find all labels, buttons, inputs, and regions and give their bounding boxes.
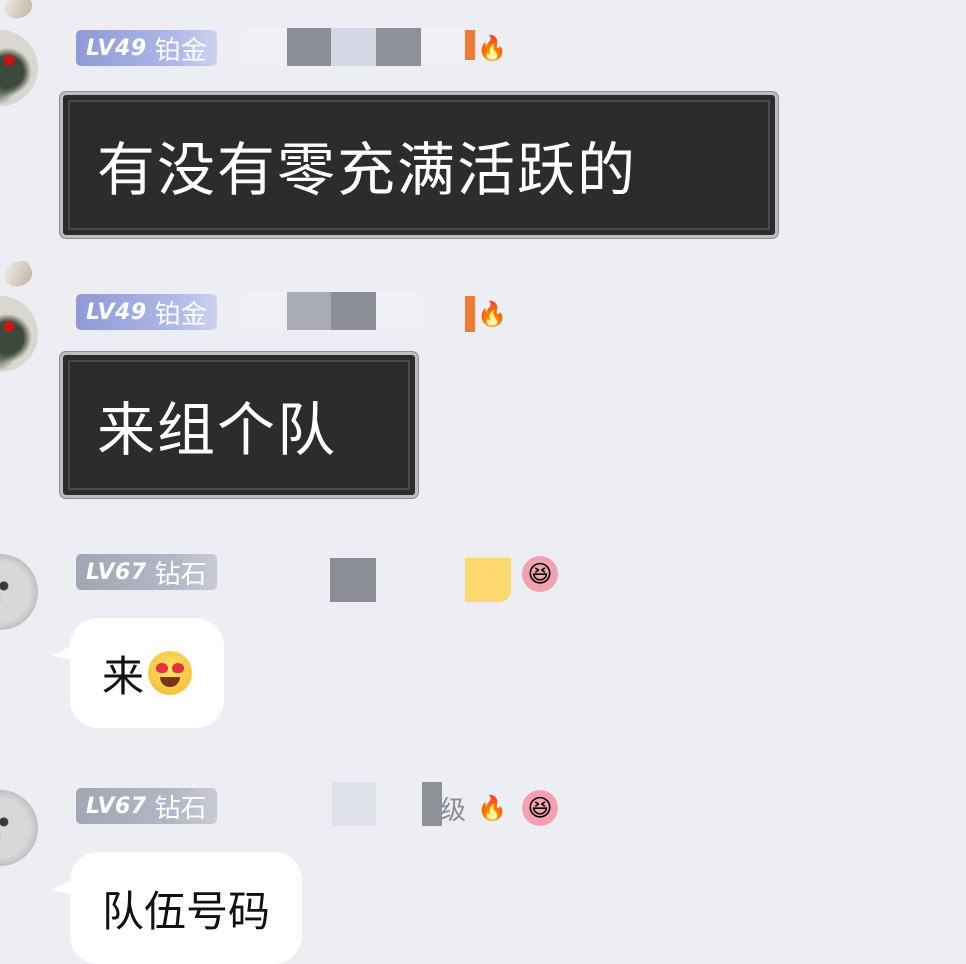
level-label: LV67 [86,559,147,585]
rank-label: 铂金 [154,299,207,330]
title-tag-text: 级 [440,796,467,826]
rank-label: 钻石 [154,559,207,590]
username-redacted [330,558,376,602]
message-text: 来 [102,651,145,701]
message-text: 来组个队 [97,396,338,464]
heart-eyes-emoji [148,651,193,695]
level-label: LV67 [86,793,147,819]
fire-icon: 🔥 [477,300,507,328]
avatar[interactable] [0,296,38,372]
username-redacted [288,782,376,826]
username-redacted [244,28,464,66]
level-label: LV49 [86,35,147,61]
avatar-horn [0,257,36,291]
avatar[interactable] [0,30,38,106]
level-badge: LV67 钻石 [76,554,217,590]
level-label: LV49 [86,299,147,325]
rank-label: 钻石 [154,793,207,824]
level-badge: LV49 铂金 [76,30,217,66]
message-bubble[interactable]: 来 [70,618,225,728]
level-badge: LV49 铂金 [76,294,217,330]
title-tag [465,558,511,602]
rank-label: 铂金 [154,35,207,66]
message-bubble[interactable]: 有没有零充满活跃的 [60,92,778,238]
message-bubble[interactable]: 队伍号码 [70,852,303,964]
title-tag [422,782,442,826]
avatar[interactable] [0,554,38,630]
message-bubble[interactable]: 来组个队 [60,352,418,498]
message-text: 队伍号码 [102,886,271,936]
message-text: 有没有零充满活跃的 [97,136,638,204]
campfire-icon: 🔥 [477,794,507,822]
level-badge: LV67 钻石 [76,788,217,824]
flower-smile-icon: 😆 [522,790,558,826]
fire-icon: 🔥 [477,34,507,62]
flower-smile-icon: 😆 [522,556,558,592]
username-redacted [244,292,420,330]
avatar-horn [0,0,36,23]
avatar[interactable] [0,790,38,866]
